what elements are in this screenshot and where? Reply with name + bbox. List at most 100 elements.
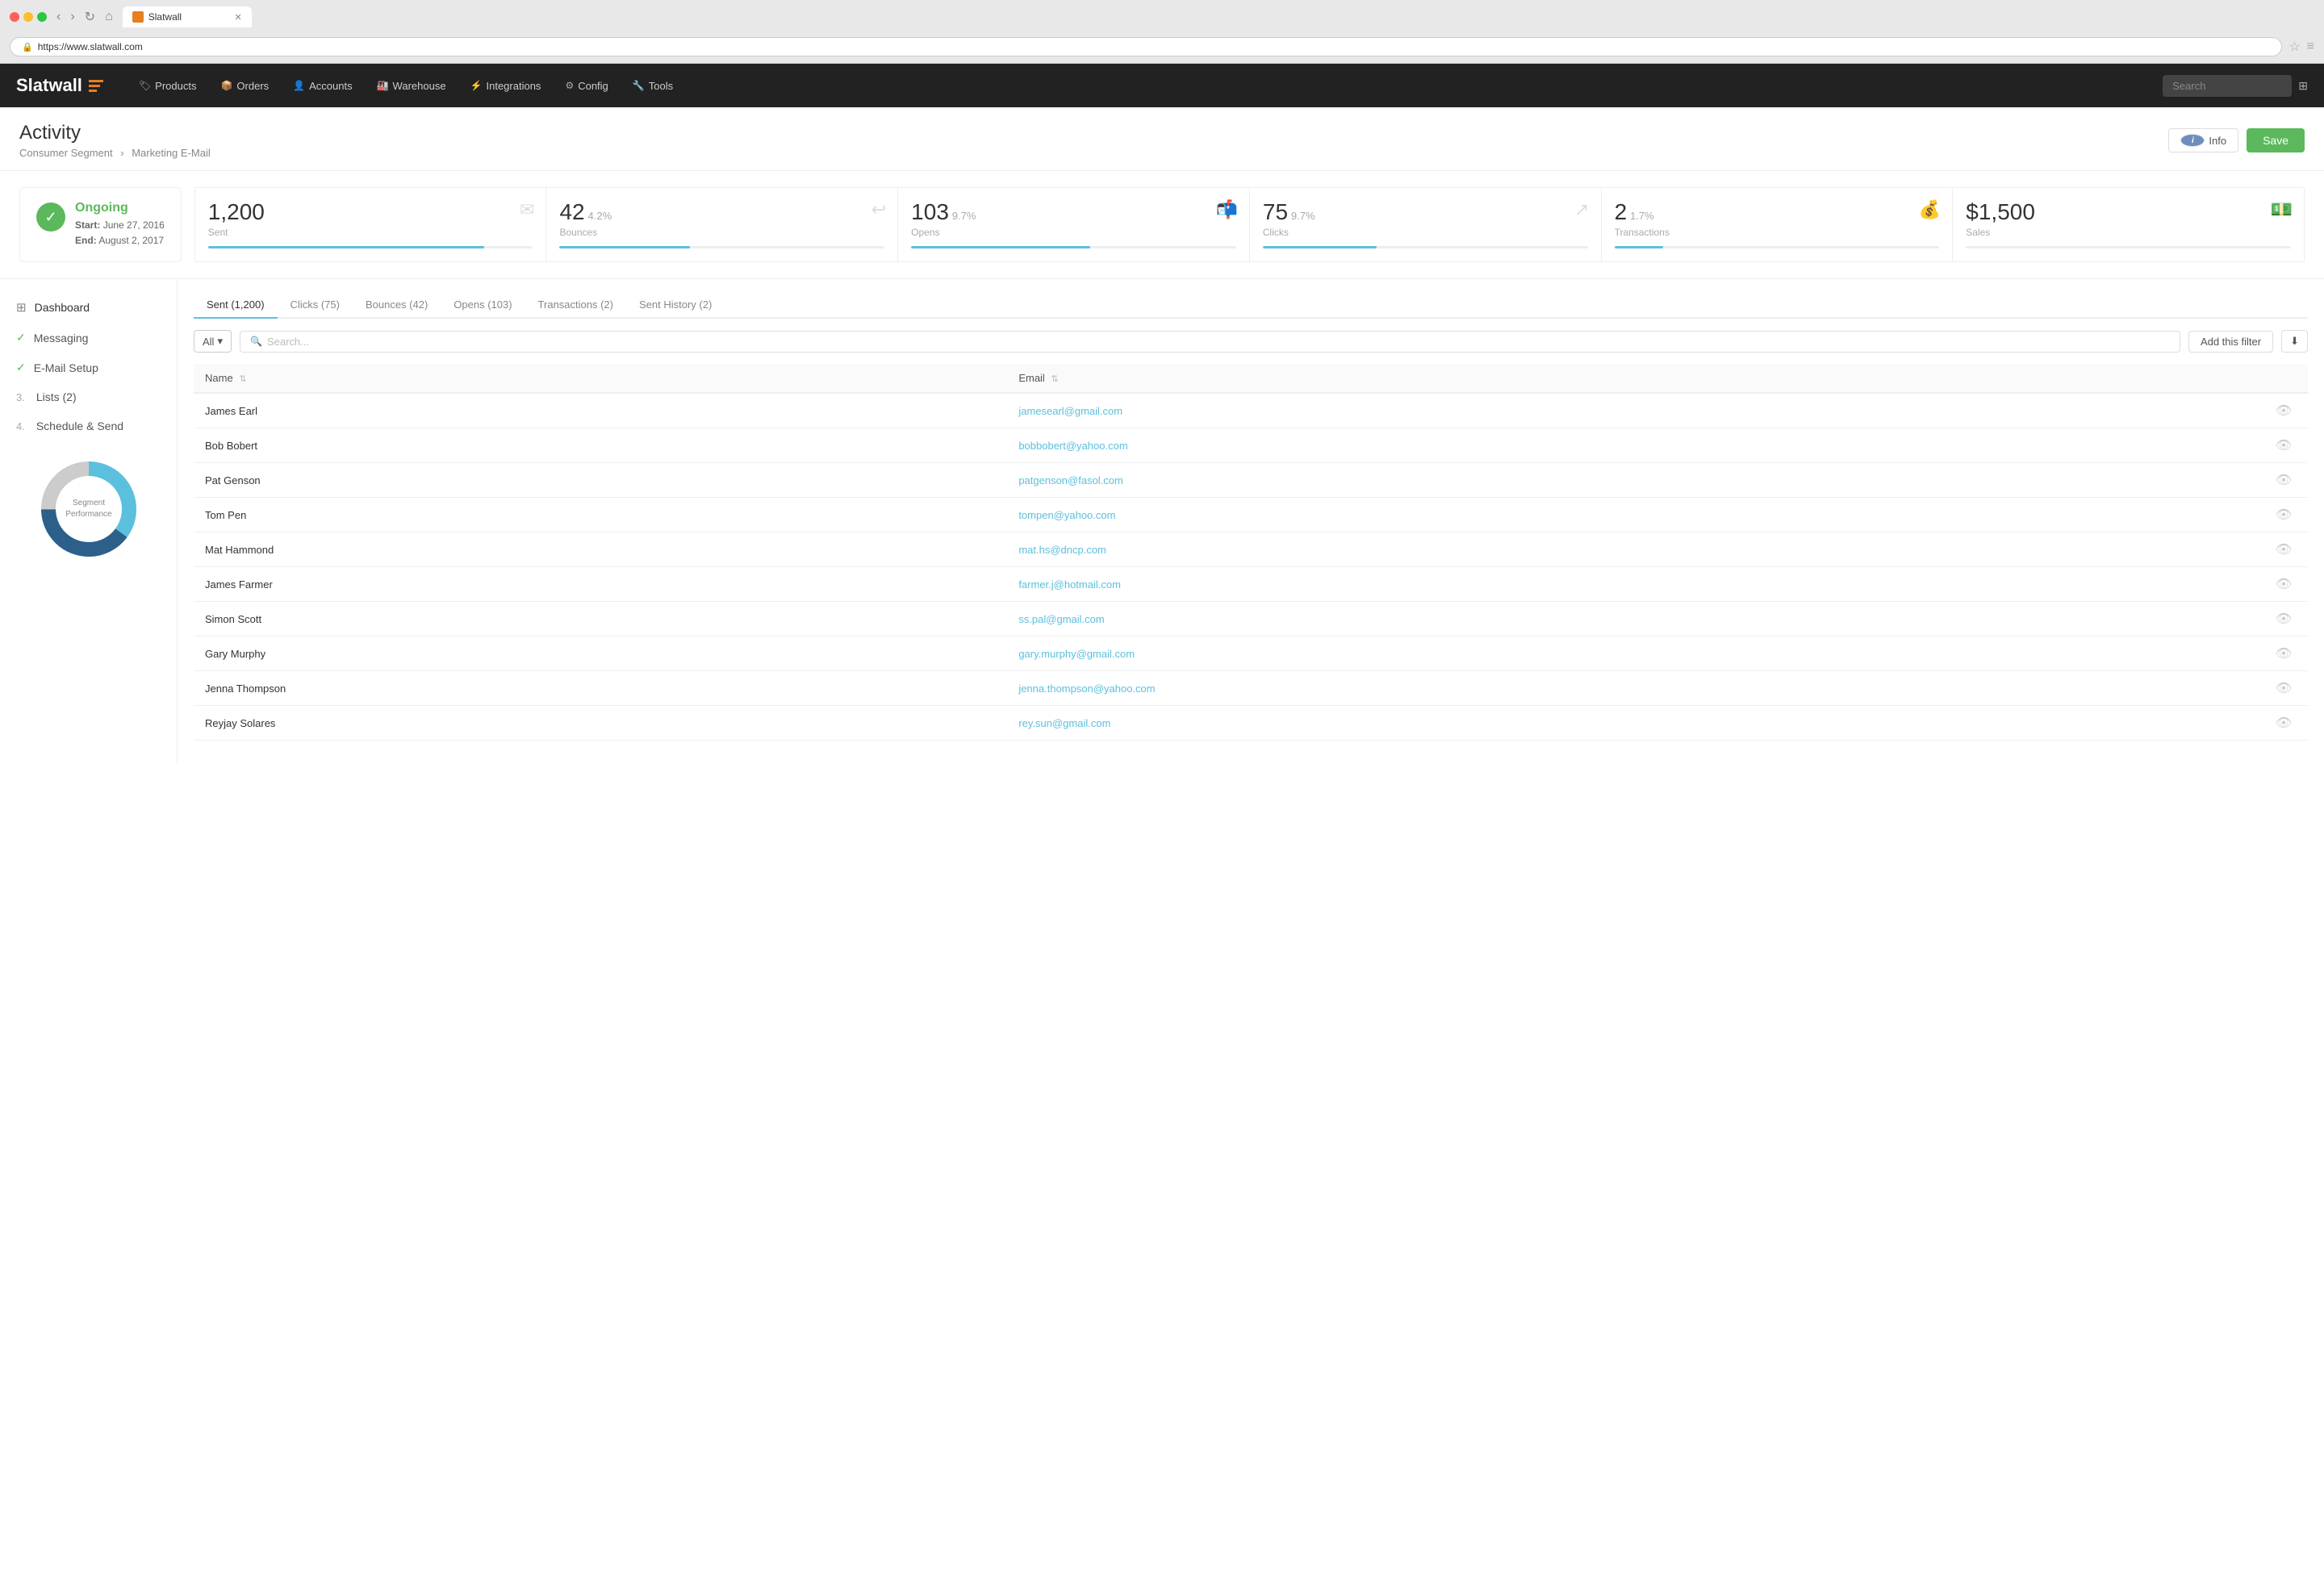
app-nav: Slatwall 🏷 Products 📦 Orders 👤 Accounts … [0,64,2324,107]
nav-products[interactable]: 🏷 Products [127,73,208,98]
col-email[interactable]: Email ⇅ [1007,364,2259,393]
view-icon[interactable]: 👁 [2276,439,2292,453]
cell-action: 👁 [2259,567,2308,602]
stat-opens: 📬 103 9.7% Opens [898,187,1250,262]
add-filter-button[interactable]: Add this filter [2188,331,2273,353]
email-link[interactable]: jamesearl@gmail.com [1018,405,1122,417]
sales-label: Sales [1966,227,2291,238]
tab-transactions[interactable]: Transactions (2) [525,292,626,319]
dot-yellow[interactable] [23,12,33,22]
settings-icon[interactable]: ≡ [2307,40,2314,54]
nav-search-icon[interactable]: ⊞ [2298,79,2308,93]
opens-bar [911,246,1236,248]
view-icon[interactable]: 👁 [2276,647,2292,661]
table-row: Bob Bobert bobbobert@yahoo.com 👁 [194,428,2308,463]
view-icon[interactable]: 👁 [2276,508,2292,522]
email-link[interactable]: tompen@yahoo.com [1018,509,1115,521]
sidebar-item-messaging[interactable]: ✓ Messaging [0,323,177,353]
breadcrumb-parent[interactable]: Consumer Segment [19,147,113,159]
view-icon[interactable]: 👁 [2276,578,2292,591]
tab-close-button[interactable]: ✕ [235,12,242,23]
status-info: Ongoing Start: June 27, 2016 End: August… [75,201,165,248]
nav-orders-label: Orders [236,80,269,92]
view-icon[interactable]: 👁 [2276,716,2292,730]
info-icon: i [2180,134,2205,147]
table-search-input[interactable] [267,336,2170,348]
nav-search-input[interactable] [2163,75,2292,97]
cell-name: Bob Bobert [194,428,1007,463]
transactions-bar [1615,246,1940,248]
email-link[interactable]: jenna.thompson@yahoo.com [1018,683,1155,695]
bookmark-icon[interactable]: ☆ [2288,39,2300,55]
sidebar-email-setup-label: E-Mail Setup [34,361,98,374]
forward-button[interactable]: › [67,7,77,27]
breadcrumb-separator: › [120,147,127,159]
tab-opens[interactable]: Opens (103) [441,292,525,319]
brand-logo[interactable]: Slatwall [16,75,103,96]
view-icon[interactable]: 👁 [2276,474,2292,487]
email-link[interactable]: bobbobert@yahoo.com [1018,440,1127,452]
home-button[interactable]: ⌂ [102,7,116,27]
email-link[interactable]: ss.pal@gmail.com [1018,613,1104,625]
sent-label: Sent [208,227,533,238]
email-link[interactable]: farmer.j@hotmail.com [1018,578,1121,591]
nav-warehouse[interactable]: 🏭 Warehouse [366,73,458,98]
email-link[interactable]: mat.hs@dncp.com [1018,544,1106,556]
sidebar-dashboard-label: Dashboard [35,301,90,314]
nav-accounts[interactable]: 👤 Accounts [282,73,363,98]
cell-email: farmer.j@hotmail.com [1007,567,2259,602]
view-icon[interactable]: 👁 [2276,612,2292,626]
donut-container: Segment Performance [0,440,177,578]
col-email-label: Email [1018,372,1045,384]
filter-all-button[interactable]: All ▾ [194,330,232,353]
cell-name: James Earl [194,393,1007,428]
end-label: End: [75,235,97,246]
clicks-bar-fill [1263,246,1377,248]
email-link[interactable]: gary.murphy@gmail.com [1018,648,1135,660]
info-button[interactable]: i Info [2168,128,2238,152]
dot-green[interactable] [37,12,47,22]
table-row: Jenna Thompson jenna.thompson@yahoo.com … [194,671,2308,706]
nav-config[interactable]: ⚙ Config [554,73,619,98]
page-title: Activity [19,122,211,144]
dot-red[interactable] [10,12,19,22]
address-bar[interactable]: 🔒 https://www.slatwall.com [10,37,2282,56]
nav-orders[interactable]: 📦 Orders [209,73,280,98]
email-link[interactable]: rey.sun@gmail.com [1018,717,1110,729]
accounts-icon: 👤 [293,80,305,91]
col-actions [2259,364,2308,393]
sidebar-item-schedule[interactable]: 4. Schedule & Send [0,411,177,440]
tab-bounces[interactable]: Bounces (42) [353,292,441,319]
email-link[interactable]: patgenson@fasol.com [1018,474,1123,486]
lists-number: 3. [16,391,25,403]
sent-icon: ✉ [520,199,534,220]
col-name[interactable]: Name ⇅ [194,364,1007,393]
cell-name: Pat Genson [194,463,1007,498]
cell-name: Gary Murphy [194,637,1007,671]
nav-integrations[interactable]: ⚡ Integrations [459,73,553,98]
sent-bar [208,246,533,248]
view-icon[interactable]: 👁 [2276,404,2292,418]
nav-tools[interactable]: 🔧 Tools [621,73,684,98]
refresh-button[interactable]: ↻ [82,7,98,27]
cell-email: mat.hs@dncp.com [1007,532,2259,567]
tab-sent[interactable]: Sent (1,200) [194,292,278,319]
stat-transactions: 💰 2 1.7% Transactions [1602,187,1954,262]
clicks-pct: 9.7% [1291,210,1315,222]
save-button[interactable]: Save [2247,128,2305,152]
sidebar-item-lists[interactable]: 3. Lists (2) [0,382,177,411]
sidebar-item-email-setup[interactable]: ✓ E-Mail Setup [0,353,177,382]
filter-all-label: All [203,336,214,348]
view-icon[interactable]: 👁 [2276,682,2292,695]
browser-tab[interactable]: Slatwall ✕ [123,6,252,27]
opens-label: Opens [911,227,1236,238]
cell-email: tompen@yahoo.com [1007,498,2259,532]
back-button[interactable]: ‹ [53,7,64,27]
tab-sent-history[interactable]: Sent History (2) [626,292,725,319]
bounces-label: Bounces [559,227,884,238]
download-button[interactable]: ⬇ [2281,330,2308,353]
sidebar-item-dashboard[interactable]: ⊞ Dashboard [0,292,177,323]
sent-bar-fill [208,246,484,248]
view-icon[interactable]: 👁 [2276,543,2292,557]
tab-clicks[interactable]: Clicks (75) [278,292,353,319]
